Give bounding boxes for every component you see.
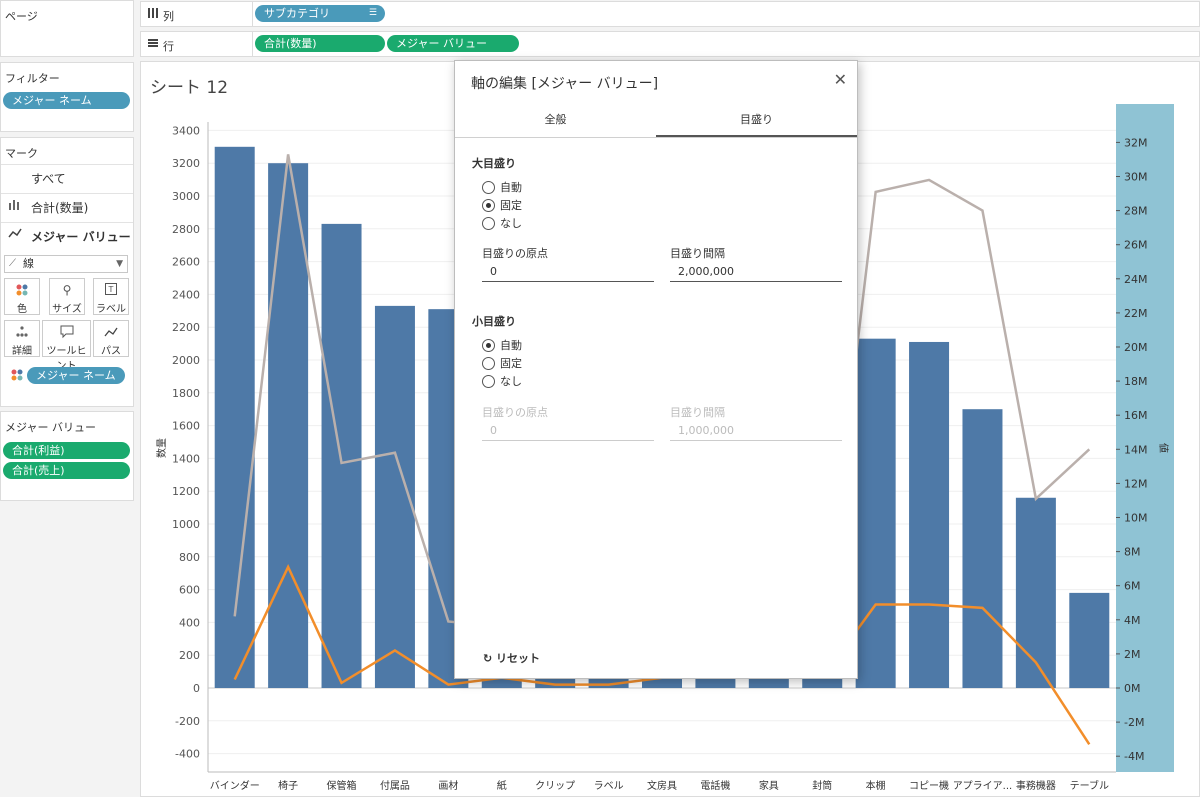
major-radio-auto-label: 自動 — [500, 181, 522, 194]
x-tick-label: 付属品 — [380, 779, 410, 792]
x-tick-label: 画材 — [438, 779, 458, 792]
left-tick-label: 1400 — [172, 452, 200, 465]
left-tick-label: 600 — [179, 584, 200, 597]
right-tick-label: 6M — [1124, 580, 1141, 593]
x-tick-label: コピー機 — [909, 779, 949, 792]
right-tick-label: 4M — [1124, 614, 1141, 627]
minor-origin-label: 目盛りの原点 — [482, 406, 548, 419]
right-tick-label: 2M — [1124, 648, 1141, 661]
bar — [962, 409, 1003, 688]
right-tick-label: 26M — [1124, 239, 1148, 252]
major-interval-input[interactable] — [670, 262, 842, 282]
right-tick-label: 28M — [1124, 205, 1148, 218]
left-tick-label: -200 — [175, 715, 200, 728]
radio-circle — [482, 357, 495, 370]
right-tick-label: 12M — [1124, 477, 1148, 490]
tab-divider — [455, 137, 857, 138]
left-tick-label: 2800 — [172, 223, 200, 236]
dialog-title: 軸の編集 [メジャー バリュー] — [471, 76, 659, 92]
bar — [1069, 592, 1110, 688]
left-tick-label: 3400 — [172, 124, 200, 137]
left-tick-label: 1200 — [172, 485, 200, 498]
right-tick-label: 20M — [1124, 341, 1148, 354]
left-tick-label: 0 — [193, 682, 200, 695]
right-tick-label: 18M — [1124, 375, 1148, 388]
x-tick-label: 電話機 — [700, 779, 730, 792]
right-tick-label: -2M — [1124, 716, 1144, 729]
radio-circle — [482, 181, 495, 194]
x-tick-label: 家具 — [759, 779, 779, 792]
x-tick-label: バインダー — [210, 779, 260, 792]
right-axis-title: 値 — [1157, 443, 1170, 453]
bar — [1015, 497, 1056, 688]
tab-general[interactable]: 全般 — [455, 101, 656, 138]
left-tick-label: 1800 — [172, 387, 200, 400]
minor-radio-none-label: なし — [500, 375, 522, 388]
right-tick-label: 32M — [1124, 136, 1148, 149]
bar — [855, 338, 896, 688]
x-tick-label: 本棚 — [866, 779, 886, 792]
x-tick-label: 保管箱 — [327, 779, 357, 792]
x-tick-label: 事務機器 — [1016, 779, 1056, 792]
left-tick-label: 400 — [179, 616, 200, 629]
radio-circle — [482, 375, 495, 388]
major-origin-label: 目盛りの原点 — [482, 247, 548, 260]
tableau-workspace: ページ フィルター メジャー ネーム マーク すべて 合計(数量) メジャー バ… — [0, 0, 1200, 797]
left-tick-label: 2200 — [172, 321, 200, 334]
x-tick-label: ラベル — [594, 780, 624, 792]
left-tick-label: 2000 — [172, 354, 200, 367]
right-tick-label: 8M — [1124, 546, 1141, 559]
left-tick-label: 200 — [179, 649, 200, 662]
major-radio-none-label: なし — [500, 217, 522, 230]
x-tick-label: クリップ — [535, 780, 575, 792]
reset-button[interactable]: ↻ リセット — [483, 650, 540, 666]
right-tick-label: 22M — [1124, 307, 1148, 320]
x-tick-label: 封筒 — [812, 779, 832, 792]
minor-ticks-title: 小目盛り — [472, 315, 516, 328]
major-origin-input[interactable] — [482, 262, 654, 282]
right-tick-label: 14M — [1124, 443, 1148, 456]
right-tick-label: 10M — [1124, 512, 1148, 525]
left-tick-label: 3200 — [172, 157, 200, 170]
minor-interval-input — [670, 421, 842, 441]
left-tick-label: 3000 — [172, 190, 200, 203]
radio-circle-selected — [482, 199, 495, 212]
left-tick-label: 800 — [179, 551, 200, 564]
right-tick-label: 30M — [1124, 171, 1148, 184]
tab-tick-marks[interactable]: 目盛り — [656, 101, 857, 138]
x-tick-label: 椅子 — [278, 779, 298, 792]
close-icon[interactable]: ✕ — [834, 70, 847, 89]
left-tick-label: 1600 — [172, 420, 200, 433]
major-radio-fixed-label: 固定 — [500, 199, 522, 212]
left-tick-label: 1000 — [172, 518, 200, 531]
bar — [909, 341, 950, 688]
minor-interval-label: 目盛り間隔 — [670, 406, 725, 419]
reset-icon: ↻ — [483, 652, 497, 665]
minor-radio-fixed-label: 固定 — [500, 357, 522, 370]
minor-origin-input — [482, 421, 654, 441]
left-tick-label: 2600 — [172, 256, 200, 269]
x-tick-label: テーブル — [1070, 779, 1109, 792]
right-tick-label: 16M — [1124, 409, 1148, 422]
left-tick-label: 2400 — [172, 288, 200, 301]
reset-button-label: リセット — [496, 652, 541, 665]
edit-axis-dialog: 軸の編集 [メジャー バリュー] ✕ 全般 目盛り 大目盛り 自動 固定 なし … — [454, 60, 858, 679]
major-ticks-title: 大目盛り — [472, 157, 516, 170]
right-tick-label: 0M — [1124, 682, 1141, 695]
x-tick-label: アプライア... — [953, 780, 1013, 792]
right-tick-label: -4M — [1124, 750, 1144, 763]
left-tick-label: -400 — [175, 748, 200, 761]
left-axis-title: 数量 — [155, 438, 168, 458]
radio-circle — [482, 217, 495, 230]
right-tick-label: 24M — [1124, 273, 1148, 286]
major-interval-label: 目盛り間隔 — [670, 247, 725, 260]
radio-circle-selected — [482, 339, 495, 352]
x-tick-label: 文房具 — [647, 779, 677, 792]
x-tick-label: 紙 — [497, 779, 507, 792]
minor-radio-auto-label: 自動 — [500, 339, 522, 352]
